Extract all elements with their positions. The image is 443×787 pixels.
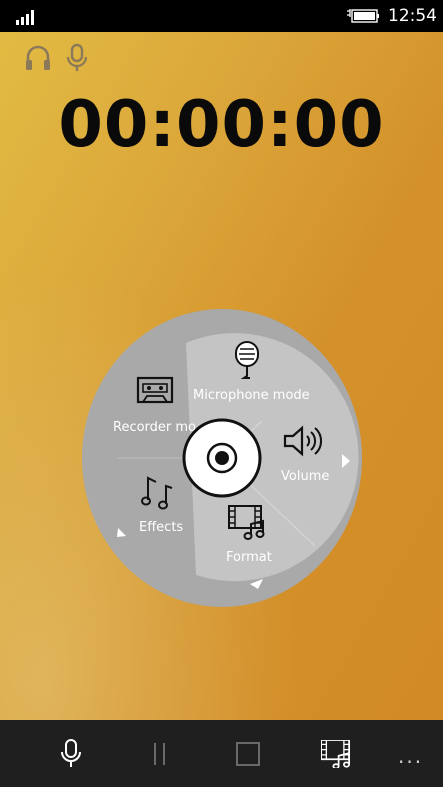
app-bar: ... [0,720,443,787]
app-root: 12:54 00:00:00 Microphone mode Recorder … [0,0,443,787]
headphones-icon[interactable] [24,43,52,73]
wheel-graphic [82,309,362,607]
pause-button[interactable] [140,734,180,774]
microphone-mode-label[interactable]: Microphone mode [193,388,310,403]
record-button[interactable] [51,734,91,774]
more-button[interactable]: ... [398,744,423,768]
pause-icon [154,743,165,765]
signal-icon [16,10,34,25]
stop-icon [236,742,260,766]
format-button[interactable] [316,734,356,774]
microphone-icon[interactable] [63,43,91,73]
mode-wheel[interactable]: Microphone mode Recorder mode Volume Eff… [80,308,364,608]
effects-label[interactable]: Effects [139,520,183,535]
battery-icon [347,9,379,23]
status-bar: 12:54 [0,0,443,32]
format-label[interactable]: Format [226,550,272,565]
stop-button[interactable] [228,734,268,774]
microphone-icon [61,739,81,767]
volume-label[interactable]: Volume [281,469,329,484]
recorder-mode-label[interactable]: Recorder mode [113,420,196,435]
film-music-icon [321,740,350,768]
status-time: 12:54 [388,6,437,26]
recording-timer: 00:00:00 [58,88,385,162]
